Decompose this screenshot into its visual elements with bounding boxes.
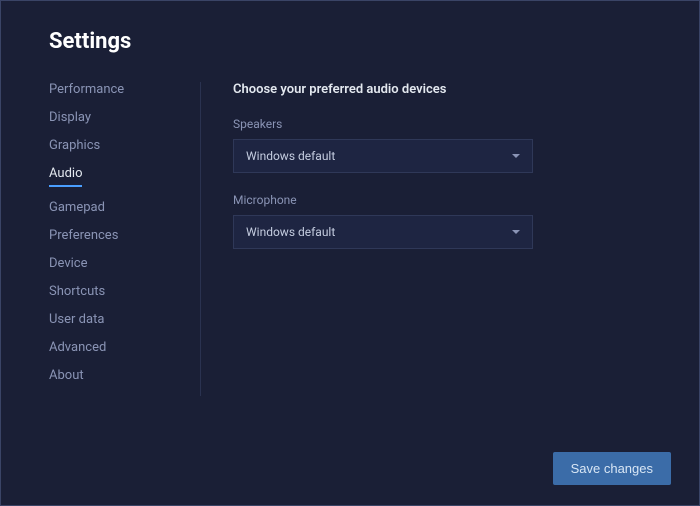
sidebar-item-audio[interactable]: Audio	[49, 166, 180, 187]
sidebar-item-device[interactable]: Device	[49, 256, 180, 271]
chevron-down-icon	[512, 230, 520, 234]
speakers-field: Speakers Windows default	[233, 117, 659, 173]
sidebar-item-label: Performance	[49, 82, 124, 97]
sidebar-item-label: Audio	[49, 166, 82, 187]
sidebar-item-label: Gamepad	[49, 200, 105, 215]
content-header: Choose your preferred audio devices	[233, 82, 659, 97]
microphone-value: Windows default	[246, 225, 335, 239]
sidebar-item-preferences[interactable]: Preferences	[49, 228, 180, 243]
sidebar-item-user-data[interactable]: User data	[49, 312, 180, 327]
sidebar-item-advanced[interactable]: Advanced	[49, 340, 180, 355]
sidebar-item-label: Display	[49, 110, 91, 125]
sidebar-item-label: Shortcuts	[49, 284, 105, 299]
chevron-down-icon	[512, 154, 520, 158]
speakers-select[interactable]: Windows default	[233, 139, 533, 173]
microphone-label: Microphone	[233, 193, 659, 207]
sidebar-item-shortcuts[interactable]: Shortcuts	[49, 284, 180, 299]
sidebar-item-label: Preferences	[49, 228, 118, 243]
sidebar-item-label: Advanced	[49, 340, 106, 355]
content-panel: Choose your preferred audio devices Spea…	[201, 82, 659, 396]
save-button[interactable]: Save changes	[553, 452, 671, 485]
microphone-field: Microphone Windows default	[233, 193, 659, 249]
sidebar-item-label: User data	[49, 312, 104, 327]
speakers-value: Windows default	[246, 149, 335, 163]
page-title: Settings	[49, 29, 659, 54]
sidebar-item-label: Device	[49, 256, 88, 271]
sidebar-item-display[interactable]: Display	[49, 110, 180, 125]
microphone-select[interactable]: Windows default	[233, 215, 533, 249]
sidebar-item-about[interactable]: About	[49, 368, 180, 383]
sidebar-item-gamepad[interactable]: Gamepad	[49, 200, 180, 215]
sidebar-item-label: About	[49, 368, 84, 383]
sidebar-item-performance[interactable]: Performance	[49, 82, 180, 97]
sidebar-item-label: Graphics	[49, 138, 100, 153]
sidebar-item-graphics[interactable]: Graphics	[49, 138, 180, 153]
settings-sidebar: Performance Display Graphics Audio Gamep…	[49, 82, 201, 396]
main-area: Performance Display Graphics Audio Gamep…	[49, 82, 659, 396]
speakers-label: Speakers	[233, 117, 659, 131]
